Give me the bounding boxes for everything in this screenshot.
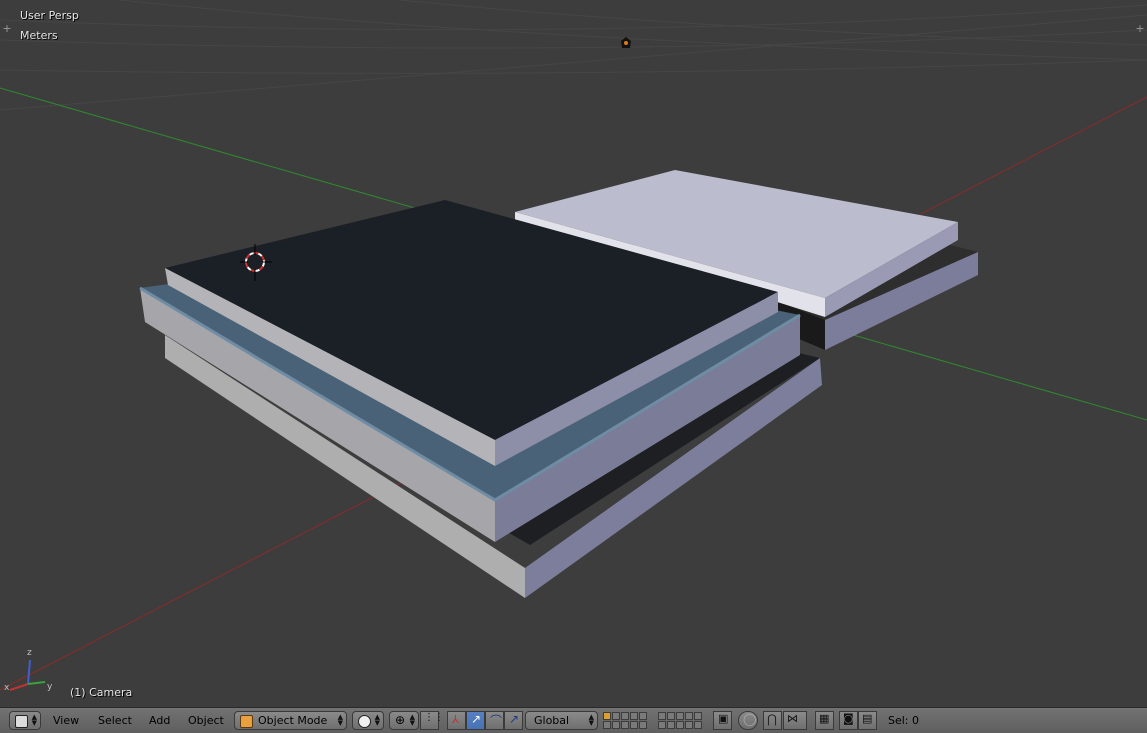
chevron-up-down-icon: ▲ ▼ xyxy=(588,713,594,727)
chevron-up-down-icon: ▲ ▼ xyxy=(337,713,343,727)
layer-cell[interactable] xyxy=(667,712,675,720)
chevron-up-down-icon: ▲ ▼ xyxy=(409,713,415,727)
active-object-label: (1) Camera xyxy=(70,686,133,699)
viewport-header: ▲ ▼ View Select Add Object Object Mode ▲ ▼… xyxy=(0,707,1147,733)
layer-cell[interactable] xyxy=(694,721,702,729)
manipulator-axes-icon: ⅄ xyxy=(452,713,459,726)
snap-toggle[interactable]: ⋂ xyxy=(763,711,782,730)
lock-layers-toggle[interactable]: ▣ xyxy=(713,711,732,730)
layer-cell[interactable] xyxy=(630,712,638,720)
chevron-up-down-icon: ▲ ▼ xyxy=(374,713,380,727)
gizmo-x-label: x xyxy=(4,683,10,693)
snap-target-toggle[interactable]: ▦ xyxy=(815,711,834,730)
layer-cell[interactable] xyxy=(658,712,666,720)
layer-grid-right[interactable] xyxy=(658,712,708,730)
rotate-arc-icon: ⌒ xyxy=(490,714,503,728)
layer-cell[interactable] xyxy=(676,712,684,720)
scene-canvas[interactable]: z y x xyxy=(0,0,1147,707)
menu-select[interactable]: Select xyxy=(98,711,132,730)
layer-cell[interactable] xyxy=(694,712,702,720)
orientation-label: Global xyxy=(534,714,570,727)
menu-view[interactable]: View xyxy=(53,711,79,730)
transform-orientation-dropdown[interactable]: Global ▲ ▼ xyxy=(525,711,598,730)
render-animation-button[interactable]: ▤ xyxy=(858,711,877,730)
cube-icon xyxy=(15,715,28,728)
menu-add[interactable]: Add xyxy=(149,711,170,730)
solid-shading-icon xyxy=(358,715,371,728)
viewport-shading-dropdown[interactable]: ▲ ▼ xyxy=(352,711,384,730)
layer-cell[interactable] xyxy=(658,721,666,729)
pivot-icon: ⊕ xyxy=(395,713,406,727)
tool-shelf-toggle-icon[interactable]: + xyxy=(2,23,12,34)
layer-cell[interactable] xyxy=(676,721,684,729)
magnet-icon: ⋂ xyxy=(767,712,777,726)
object-mode-icon xyxy=(240,715,253,728)
view-name-label: User Persp xyxy=(20,9,79,22)
gizmo-z-label: z xyxy=(27,648,32,658)
3d-viewport[interactable]: z y x User Persp Meters (1) Camera + + xyxy=(0,0,1147,707)
camera-icon: ◙ xyxy=(843,712,854,725)
pivot-point-dropdown[interactable]: ⊕ ▲ ▼ xyxy=(389,711,419,730)
layer-cell[interactable] xyxy=(612,721,620,729)
layer-1-active[interactable] xyxy=(603,712,611,720)
clapperboard-icon: ▤ xyxy=(862,712,873,725)
layer-cell[interactable] xyxy=(667,721,675,729)
editor-type-button[interactable]: ▲ ▼ xyxy=(9,711,41,730)
layer-cell[interactable] xyxy=(603,721,611,729)
snap-element-dropdown[interactable]: ⋈ xyxy=(783,711,807,730)
floor-grid xyxy=(0,0,1147,111)
origins-icon: ⋮⋮ xyxy=(424,712,444,723)
axis-gizmo xyxy=(9,659,46,691)
scale-arrow-icon: ↗ xyxy=(509,712,520,726)
snap-increment-icon: ⋈ xyxy=(787,712,798,725)
gizmo-y-label: y xyxy=(47,682,53,692)
only-origins-toggle[interactable]: ⋮⋮ xyxy=(420,711,444,730)
layer-cell[interactable] xyxy=(639,721,647,729)
layer-cell[interactable] xyxy=(630,721,638,729)
layer-cell[interactable] xyxy=(685,712,693,720)
scale-manipulator[interactable]: ↗ xyxy=(504,711,523,730)
selection-count: Sel: 0 xyxy=(888,714,920,727)
layer-cell[interactable] xyxy=(612,712,620,720)
translate-manipulator[interactable]: ↗ xyxy=(466,711,485,730)
layer-grid-left[interactable] xyxy=(603,712,653,730)
units-label: Meters xyxy=(20,29,58,42)
render-still-button[interactable]: ◙ xyxy=(839,711,858,730)
layer-cell[interactable] xyxy=(639,712,647,720)
layer-cell[interactable] xyxy=(621,721,629,729)
manipulator-toggle[interactable]: ⅄ xyxy=(447,711,466,730)
rotate-manipulator[interactable]: ⌒ xyxy=(485,711,504,730)
translate-arrow-icon: ↗ xyxy=(471,712,482,726)
menu-object[interactable]: Object xyxy=(188,711,224,730)
snap-grid-icon: ▦ xyxy=(819,712,830,725)
mode-dropdown-label: Object Mode xyxy=(258,714,328,727)
chevron-up-down-icon: ▲ ▼ xyxy=(31,713,37,727)
properties-toggle-icon[interactable]: + xyxy=(1135,23,1145,34)
proportional-edit-toggle[interactable]: ◯ xyxy=(738,711,758,730)
proportional-circle-icon: ◯ xyxy=(743,712,757,726)
mode-dropdown[interactable]: Object Mode ▲ ▼ xyxy=(234,711,347,730)
layer-cell[interactable] xyxy=(621,712,629,720)
lock-icon: ▣ xyxy=(718,712,729,725)
layer-cell[interactable] xyxy=(685,721,693,729)
